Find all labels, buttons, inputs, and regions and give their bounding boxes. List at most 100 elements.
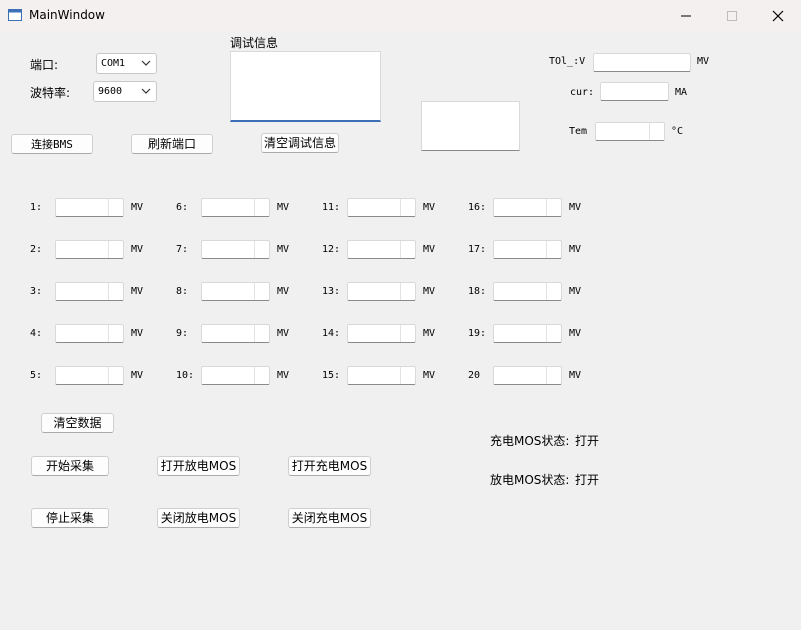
cell-unit: MV: [423, 244, 436, 255]
cell-unit: MV: [131, 244, 144, 255]
close-discharge-mos-button[interactable]: 关闭放电MOS: [157, 508, 240, 528]
temperature-unit: °C: [671, 126, 684, 137]
cell-label: 8:: [176, 286, 189, 297]
cell-voltage-spinbox[interactable]: [55, 366, 124, 385]
cell-voltage-spinbox[interactable]: [347, 282, 416, 301]
cell-voltage-spinbox[interactable]: [493, 198, 562, 217]
current-unit: MA: [675, 87, 688, 98]
cell-unit: MV: [277, 244, 290, 255]
current-field[interactable]: [600, 82, 669, 101]
cell-label: 11:: [322, 202, 341, 213]
cell-unit: MV: [277, 286, 290, 297]
open-discharge-mos-button[interactable]: 打开放电MOS: [157, 456, 240, 476]
cell-label: 17:: [468, 244, 487, 255]
cell-label: 2:: [30, 244, 43, 255]
chevron-down-icon: [141, 60, 151, 66]
cell-unit: MV: [569, 286, 582, 297]
info-display-box[interactable]: [421, 101, 520, 151]
port-combo[interactable]: COM1: [96, 53, 157, 74]
cell-voltage-spinbox[interactable]: [201, 240, 270, 259]
baud-combo[interactable]: 9600: [93, 81, 157, 102]
cell-unit: MV: [277, 370, 290, 381]
cell-voltage-spinbox[interactable]: [493, 366, 562, 385]
cell-label: 12:: [322, 244, 341, 255]
cell-unit: MV: [423, 370, 436, 381]
cell-unit: MV: [569, 370, 582, 381]
cell-voltage-spinbox[interactable]: [55, 324, 124, 343]
cell-voltage-spinbox[interactable]: [347, 240, 416, 259]
cell-voltage-spinbox[interactable]: [493, 324, 562, 343]
cell-label: 13:: [322, 286, 341, 297]
cell-voltage-spinbox[interactable]: [347, 366, 416, 385]
close-button[interactable]: [755, 0, 801, 31]
charge-mos-status-value: 打开: [575, 434, 600, 448]
app-icon: [8, 9, 22, 21]
cell-voltage-spinbox[interactable]: [201, 366, 270, 385]
cell-voltage-spinbox[interactable]: [55, 198, 124, 217]
cell-unit: MV: [131, 328, 144, 339]
cell-voltage-spinbox[interactable]: [493, 240, 562, 259]
cell-unit: MV: [569, 244, 582, 255]
cell-label: 10:: [176, 370, 195, 381]
total-voltage-label: TOl_:V: [549, 56, 586, 67]
cell-voltage-spinbox[interactable]: [201, 198, 270, 217]
cell-label: 20: [468, 370, 481, 381]
baud-label: 波特率:: [30, 86, 71, 100]
cell-unit: MV: [277, 202, 290, 213]
cell-label: 18:: [468, 286, 487, 297]
cell-label: 3:: [30, 286, 43, 297]
cell-unit: MV: [569, 202, 582, 213]
discharge-mos-status-label: 放电MOS状态:: [490, 473, 570, 487]
open-charge-mos-button[interactable]: 打开充电MOS: [288, 456, 371, 476]
cell-label: 9:: [176, 328, 189, 339]
clear-data-button[interactable]: 清空数据: [41, 413, 114, 433]
cell-unit: MV: [423, 328, 436, 339]
cell-label: 19:: [468, 328, 487, 339]
port-combo-value: COM1: [101, 58, 126, 69]
cell-label: 6:: [176, 202, 189, 213]
cell-label: 5:: [30, 370, 43, 381]
temperature-spinbox[interactable]: [595, 122, 665, 141]
connect-bms-button[interactable]: 连接BMS: [11, 134, 93, 154]
cell-voltage-spinbox[interactable]: [201, 324, 270, 343]
cell-voltage-spinbox[interactable]: [347, 198, 416, 217]
refresh-port-button[interactable]: 刷新端口: [131, 134, 213, 154]
baud-combo-value: 9600: [98, 86, 123, 97]
close-icon: [772, 10, 784, 21]
debug-info-label: 调试信息: [230, 36, 279, 50]
cell-unit: MV: [423, 202, 436, 213]
port-label: 端口:: [30, 58, 59, 72]
cell-label: 7:: [176, 244, 189, 255]
cell-voltage-spinbox[interactable]: [55, 240, 124, 259]
cell-unit: MV: [569, 328, 582, 339]
current-label: cur:: [570, 87, 595, 98]
cell-unit: MV: [277, 328, 290, 339]
cell-label: 16:: [468, 202, 487, 213]
minimize-button[interactable]: [663, 0, 709, 31]
debug-info-textarea[interactable]: [230, 51, 381, 122]
chevron-down-icon: [141, 88, 151, 94]
cell-label: 14:: [322, 328, 341, 339]
cell-unit: MV: [131, 202, 144, 213]
maximize-button[interactable]: [709, 0, 755, 31]
start-collect-button[interactable]: 开始采集: [31, 456, 109, 476]
cell-voltage-spinbox[interactable]: [347, 324, 416, 343]
total-voltage-unit: MV: [697, 56, 710, 67]
cell-voltage-spinbox[interactable]: [55, 282, 124, 301]
minimize-icon: [681, 15, 691, 16]
stop-collect-button[interactable]: 停止采集: [31, 508, 109, 528]
maximize-icon: [727, 10, 737, 21]
title-bar: MainWindow: [0, 0, 801, 31]
cell-unit: MV: [131, 286, 144, 297]
cell-voltage-spinbox[interactable]: [201, 282, 270, 301]
cell-unit: MV: [423, 286, 436, 297]
close-charge-mos-button[interactable]: 关闭充电MOS: [288, 508, 371, 528]
total-voltage-field[interactable]: [593, 53, 691, 72]
cell-label: 4:: [30, 328, 43, 339]
cell-voltage-spinbox[interactable]: [493, 282, 562, 301]
cell-unit: MV: [131, 370, 144, 381]
cell-label: 15:: [322, 370, 341, 381]
charge-mos-status-label: 充电MOS状态:: [490, 434, 570, 448]
temperature-label: Tem: [569, 126, 588, 137]
clear-debug-button[interactable]: 清空调试信息: [261, 133, 339, 153]
